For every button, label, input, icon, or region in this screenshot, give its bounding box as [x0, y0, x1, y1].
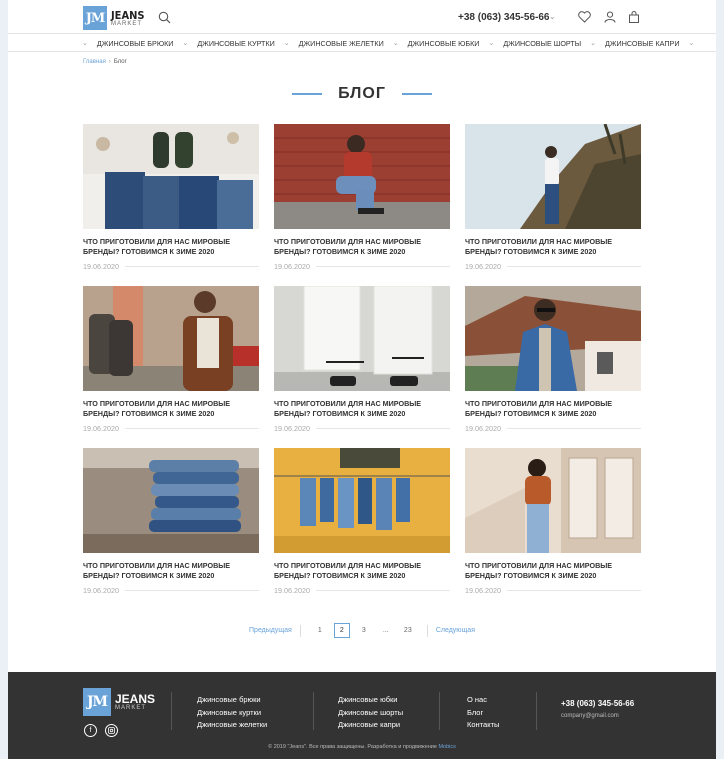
blog-card[interactable]: ЧТО ПРИГОТОВИЛИ ДЛЯ НАС МИРОВЫЕ БРЕНДЫ? … [465, 448, 641, 595]
footer-logo-name: JEANS [115, 692, 156, 706]
footer-logo-mark: JM [83, 688, 111, 716]
pagination-page[interactable]: 3 [356, 623, 372, 638]
post-title[interactable]: ЧТО ПРИГОТОВИЛИ ДЛЯ НАС МИРОВЫЕ БРЕНДЫ? … [83, 237, 259, 257]
logo-sub: MARKET [111, 20, 143, 27]
pagination-ellipsis: ... [382, 627, 389, 634]
post-title[interactable]: ЧТО ПРИГОТОВИЛИ ДЛЯ НАС МИРОВЫЕ БРЕНДЫ? … [465, 561, 641, 581]
footer-email[interactable]: company@gmail.com [561, 713, 619, 719]
pagination-next[interactable]: Следующая [436, 627, 475, 634]
page-title: БЛОГ [338, 85, 386, 102]
copyright: © 2019 "Jeans". Все права защищены. Разр… [268, 744, 456, 750]
post-image[interactable] [274, 124, 450, 229]
footer-col-3: О нас Блог Контакты [467, 694, 499, 732]
post-date: 19.06.2020 [83, 424, 119, 433]
search-icon[interactable] [158, 11, 171, 29]
post-title[interactable]: ЧТО ПРИГОТОВИЛИ ДЛЯ НАС МИРОВЫЕ БРЕНДЫ? … [465, 399, 641, 419]
post-title[interactable]: ЧТО ПРИГОТОВИЛИ ДЛЯ НАС МИРОВЫЕ БРЕНДЫ? … [274, 561, 450, 581]
post-image[interactable] [83, 448, 259, 553]
footer-phone[interactable]: +38 (063) 345-56-66 [561, 699, 634, 708]
logo[interactable]: JM JEANS MARKET [83, 6, 145, 30]
blog-card[interactable]: ЧТО ПРИГОТОВИЛИ ДЛЯ НАС МИРОВЫЕ БРЕНДЫ? … [274, 448, 450, 595]
footer-link[interactable]: Джинсовые капри [338, 719, 403, 732]
pagination-page[interactable]: 1 [312, 623, 328, 638]
post-image[interactable] [83, 124, 259, 229]
cart-icon[interactable] [628, 10, 640, 28]
logo-mark: JM [83, 6, 107, 30]
post-image[interactable] [274, 286, 450, 391]
footer-logo[interactable]: JM JEANS MARKET [83, 688, 155, 716]
post-date: 19.06.2020 [274, 586, 310, 595]
pagination-page-active[interactable]: 2 [333, 623, 350, 638]
instagram-icon[interactable] [105, 724, 118, 737]
blog-card[interactable]: ЧТО ПРИГОТОВИЛИ ДЛЯ НАС МИРОВЫЕ БРЕНДЫ? … [274, 124, 450, 271]
breadcrumb-current: Блог [113, 59, 127, 65]
breadcrumb: Главная › Блог [83, 59, 127, 65]
footer-col-1: Джинсовые брюки Джинсовые куртки Джинсов… [197, 694, 267, 732]
post-image[interactable] [83, 286, 259, 391]
footer-link[interactable]: Контакты [467, 719, 499, 732]
footer-link[interactable]: Блог [467, 707, 499, 720]
footer-link[interactable]: Джинсовые брюки [197, 694, 267, 707]
logo-name: JEANS [111, 8, 145, 22]
chevron-down-icon[interactable]: ⌄ [549, 12, 556, 21]
post-date: 19.06.2020 [465, 586, 501, 595]
post-title[interactable]: ЧТО ПРИГОТОВИЛИ ДЛЯ НАС МИРОВЫЕ БРЕНДЫ? … [274, 237, 450, 257]
nav-item[interactable]: ⌄ ДЖИНСОВЫЕ ЮБКИ [384, 39, 480, 48]
developer-link[interactable]: Mobics [438, 744, 455, 750]
page: JM JEANS MARKET +38 (063) 345-56-66 ⌄ ⌄ Д… [8, 0, 716, 759]
footer-link[interactable]: Джинсовые юбки [338, 694, 403, 707]
blog-card[interactable]: ЧТО ПРИГОТОВИЛИ ДЛЯ НАС МИРОВЫЕ БРЕНДЫ? … [83, 124, 259, 271]
post-date: 19.06.2020 [83, 262, 119, 271]
footer-link[interactable]: О нас [467, 694, 499, 707]
post-title[interactable]: ЧТО ПРИГОТОВИЛИ ДЛЯ НАС МИРОВЫЕ БРЕНДЫ? … [83, 561, 259, 581]
blog-card[interactable]: ЧТО ПРИГОТОВИЛИ ДЛЯ НАС МИРОВЫЕ БРЕНДЫ? … [83, 448, 259, 595]
blog-card[interactable]: ЧТО ПРИГОТОВИЛИ ДЛЯ НАС МИРОВЫЕ БРЕНДЫ? … [465, 286, 641, 433]
heart-icon[interactable] [578, 10, 591, 28]
post-date: 19.06.2020 [465, 262, 501, 271]
post-date: 19.06.2020 [274, 424, 310, 433]
header-phone[interactable]: +38 (063) 345-56-66 [458, 12, 549, 23]
post-image[interactable] [465, 448, 641, 553]
pagination: Предыдущая 1 2 3 ... 23 Следующая [8, 623, 716, 638]
footer-link[interactable]: Джинсовые шорты [338, 707, 403, 720]
nav-item[interactable]: ⌄ ДЖИНСОВЫЕ КАПРИ ⌄ [581, 39, 703, 48]
site-footer: JM JEANS MARKET f Джинсовые брюки Джинсо… [8, 672, 716, 759]
title-divider [292, 93, 323, 95]
nav-item[interactable]: ⌄ ДЖИНСОВЫЕ ЖЕЛЕТКИ [275, 39, 384, 48]
title-divider [401, 93, 432, 95]
nav-item[interactable]: ⌄ ДЖИНСОВЫЕ ШОРТЫ [479, 39, 581, 48]
user-icon[interactable] [604, 10, 616, 28]
category-nav: ⌄ ДЖИНСОВЫЕ БРЮКИ ⌄ ДЖИНСОВЫЕ КУРТКИ ⌄ ДЖИН… [8, 35, 716, 52]
blog-card[interactable]: ЧТО ПРИГОТОВИЛИ ДЛЯ НАС МИРОВЫЕ БРЕНДЫ? … [83, 286, 259, 433]
post-title[interactable]: ЧТО ПРИГОТОВИЛИ ДЛЯ НАС МИРОВЫЕ БРЕНДЫ? … [83, 399, 259, 419]
breadcrumb-home[interactable]: Главная [83, 59, 106, 65]
footer-link[interactable]: Джинсовые желетки [197, 719, 267, 732]
footer-link[interactable]: Джинсовые куртки [197, 707, 267, 720]
pagination-prev[interactable]: Предыдущая [249, 627, 292, 634]
nav-item[interactable]: ⌄ ДЖИНСОВЫЕ КУРТКИ [173, 39, 274, 48]
post-image[interactable] [465, 124, 641, 229]
blog-card[interactable]: ЧТО ПРИГОТОВИЛИ ДЛЯ НАС МИРОВЫЕ БРЕНДЫ? … [465, 124, 641, 271]
site-header: JM JEANS MARKET +38 (063) 345-56-66 ⌄ [8, 0, 716, 34]
facebook-icon[interactable]: f [84, 724, 97, 737]
post-title[interactable]: ЧТО ПРИГОТОВИЛИ ДЛЯ НАС МИРОВЫЕ БРЕНДЫ? … [465, 237, 641, 257]
post-date: 19.06.2020 [83, 586, 119, 595]
blog-card[interactable]: ЧТО ПРИГОТОВИЛИ ДЛЯ НАС МИРОВЫЕ БРЕНДЫ? … [274, 286, 450, 433]
pagination-page[interactable]: 23 [400, 623, 416, 638]
post-date: 19.06.2020 [465, 424, 501, 433]
post-date: 19.06.2020 [274, 262, 310, 271]
post-image[interactable] [274, 448, 450, 553]
footer-col-2: Джинсовые юбки Джинсовые шорты Джинсовые… [338, 694, 403, 732]
post-image[interactable] [465, 286, 641, 391]
title-block: БЛОГ [8, 85, 716, 103]
nav-item[interactable]: ⌄ ДЖИНСОВЫЕ БРЮКИ [82, 39, 173, 48]
post-title[interactable]: ЧТО ПРИГОТОВИЛИ ДЛЯ НАС МИРОВЫЕ БРЕНДЫ? … [274, 399, 450, 419]
